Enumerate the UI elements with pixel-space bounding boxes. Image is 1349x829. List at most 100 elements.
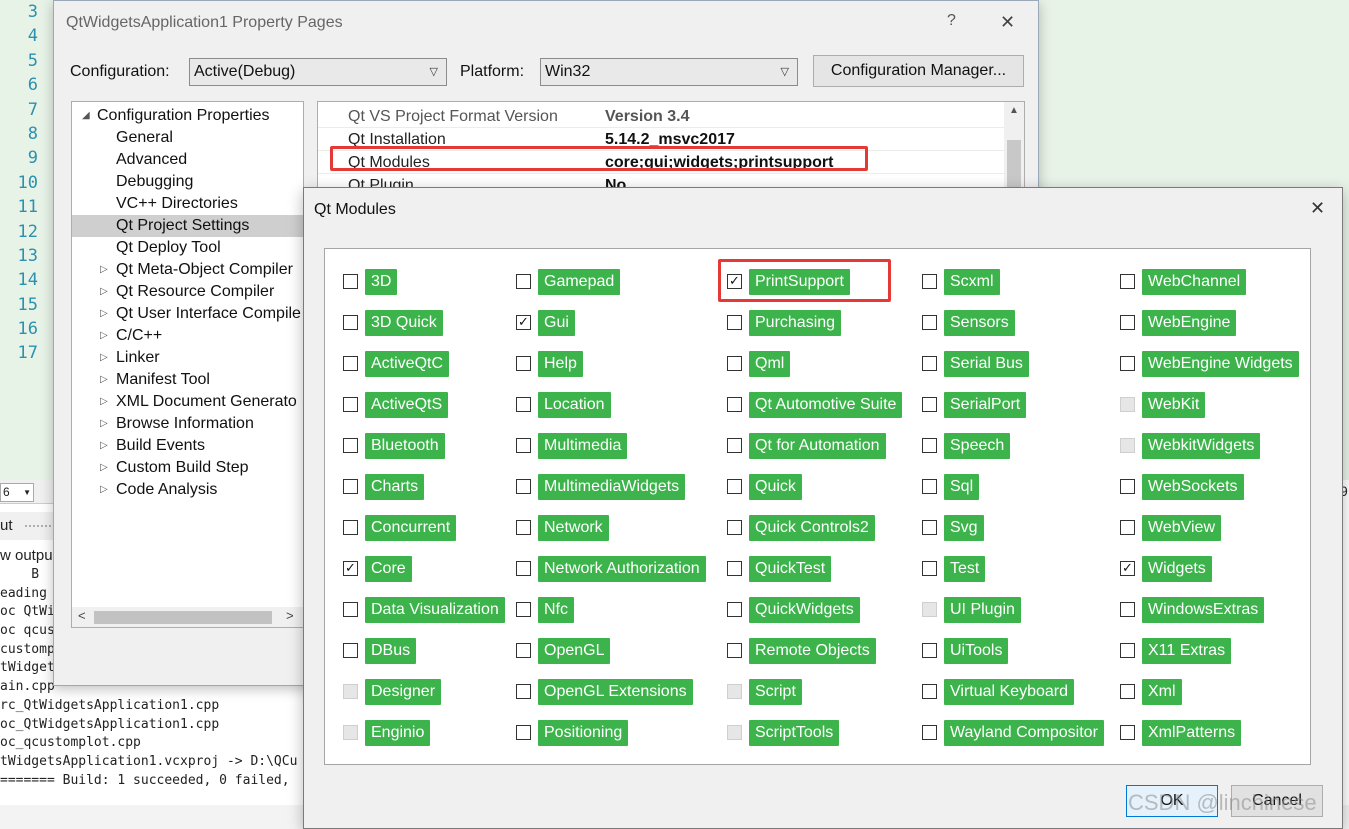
module-checkbox[interactable] [922,684,937,699]
expand-arrow-icon[interactable]: ▷ [100,259,108,281]
module-checkbox[interactable] [516,643,531,658]
tree-item[interactable]: Manifest Tool ▷ [72,369,303,391]
module-checkbox[interactable] [1120,315,1135,330]
module-checkbox[interactable] [1120,725,1135,740]
module-checkbox[interactable] [343,520,358,535]
configuration-manager-button[interactable]: Configuration Manager... [813,55,1024,87]
expand-arrow-icon[interactable]: ▷ [100,413,108,435]
expand-arrow-icon[interactable]: ▷ [100,281,108,303]
module-checkbox[interactable] [343,356,358,371]
module-checkbox[interactable] [343,274,358,289]
tree-item[interactable]: XML Document Generato ▷ [72,391,303,413]
close-icon[interactable]: ✕ [1310,198,1325,219]
module-checkbox[interactable] [727,643,742,658]
expanded-arrow-icon[interactable]: ◢ [82,105,90,127]
module-checkbox[interactable] [727,602,742,617]
close-icon[interactable]: ✕ [1000,12,1015,33]
tree-item[interactable]: General [72,127,303,149]
module-checkbox[interactable] [516,356,531,371]
module-checkbox[interactable] [922,438,937,453]
module-checkbox[interactable]: ✓ [727,274,742,289]
expand-arrow-icon[interactable]: ▷ [100,325,108,347]
module-checkbox[interactable] [516,274,531,289]
horizontal-scrollbar[interactable]: < > [72,607,303,627]
module-checkbox[interactable] [343,479,358,494]
module-checkbox [727,684,742,699]
module-checkbox[interactable] [343,438,358,453]
module-checkbox[interactable] [727,356,742,371]
platform-select[interactable]: Win32 ▽ [540,58,798,86]
expand-arrow-icon[interactable]: ▷ [100,347,108,369]
module-checkbox[interactable] [922,479,937,494]
configuration-select[interactable]: Active(Debug) ▽ [189,58,447,86]
module-checkbox[interactable] [727,561,742,576]
module-checkbox[interactable] [516,561,531,576]
module-checkbox[interactable] [516,520,531,535]
expand-arrow-icon[interactable]: ▷ [100,369,108,391]
module-checkbox[interactable] [1120,520,1135,535]
module-checkbox[interactable] [1120,684,1135,699]
scrollbar-thumb[interactable] [94,611,272,624]
scroll-right-icon[interactable]: > [286,608,294,623]
expand-arrow-icon[interactable]: ▷ [100,303,108,325]
tree-item[interactable]: Custom Build Step ▷ [72,457,303,479]
module-checkbox[interactable] [922,561,937,576]
zoom-combo[interactable]: 6 ▼ [0,483,34,502]
module-checkbox[interactable]: ✓ [516,315,531,330]
scroll-left-icon[interactable]: < [78,608,86,623]
tree-item[interactable]: C/C++ ▷ [72,325,303,347]
tree-item[interactable]: Advanced [72,149,303,171]
scroll-up-icon[interactable]: ▲ [1009,105,1019,116]
expand-arrow-icon[interactable]: ▷ [100,435,108,457]
tree-item[interactable]: Qt Project Settings [72,215,303,237]
tree-item[interactable]: Qt Resource Compiler ▷ [72,281,303,303]
module-checkbox[interactable] [922,520,937,535]
expand-arrow-icon[interactable]: ▷ [100,457,108,479]
tree-item[interactable]: Qt Deploy Tool [72,237,303,259]
tree-item[interactable]: Qt User Interface Compile ▷ [72,303,303,325]
help-icon[interactable]: ? [947,12,956,30]
module-checkbox[interactable] [922,274,937,289]
module-label: Qt Automotive Suite [749,392,903,418]
module-checkbox[interactable] [1120,643,1135,658]
module-checkbox[interactable] [1120,602,1135,617]
module-checkbox[interactable] [516,397,531,412]
module-checkbox[interactable] [922,643,937,658]
module-checkbox[interactable] [516,479,531,494]
module-checkbox[interactable] [1120,274,1135,289]
tree-item[interactable]: Build Events ▷ [72,435,303,457]
module-checkbox[interactable] [516,725,531,740]
tree-item[interactable]: Debugging [72,171,303,193]
module-label: OpenGL Extensions [538,679,693,705]
module-checkbox[interactable] [922,397,937,412]
tree-item[interactable]: Linker ▷ [72,347,303,369]
module-checkbox[interactable] [1120,356,1135,371]
module-checkbox[interactable]: ✓ [1120,561,1135,576]
tree-item[interactable]: Code Analysis ▷ [72,479,303,501]
module-checkbox[interactable] [1120,479,1135,494]
tree-item[interactable]: Configuration Properties ◢ [72,105,303,127]
module-checkbox[interactable] [343,397,358,412]
module-checkbox[interactable] [343,643,358,658]
module-checkbox[interactable] [343,315,358,330]
tree-item[interactable]: Qt Meta-Object Compiler ▷ [72,259,303,281]
module-checkbox[interactable] [343,602,358,617]
module-checkbox[interactable] [727,520,742,535]
module-label: Svg [944,515,984,541]
module-checkbox[interactable] [727,438,742,453]
module-checkbox[interactable] [922,356,937,371]
expand-arrow-icon[interactable]: ▷ [100,479,108,501]
module-checkbox[interactable] [922,725,937,740]
module-checkbox[interactable] [922,315,937,330]
expand-arrow-icon[interactable]: ▷ [100,391,108,413]
module-checkbox[interactable] [727,397,742,412]
tree-item[interactable]: Browse Information ▷ [72,413,303,435]
property-row[interactable]: Qt VS Project Format Version Version 3.4 [318,106,1004,128]
module-checkbox[interactable] [516,438,531,453]
tree-item[interactable]: VC++ Directories [72,193,303,215]
module-checkbox[interactable] [516,684,531,699]
module-checkbox[interactable] [727,315,742,330]
module-checkbox[interactable]: ✓ [343,561,358,576]
module-checkbox[interactable] [516,602,531,617]
module-checkbox[interactable] [727,479,742,494]
